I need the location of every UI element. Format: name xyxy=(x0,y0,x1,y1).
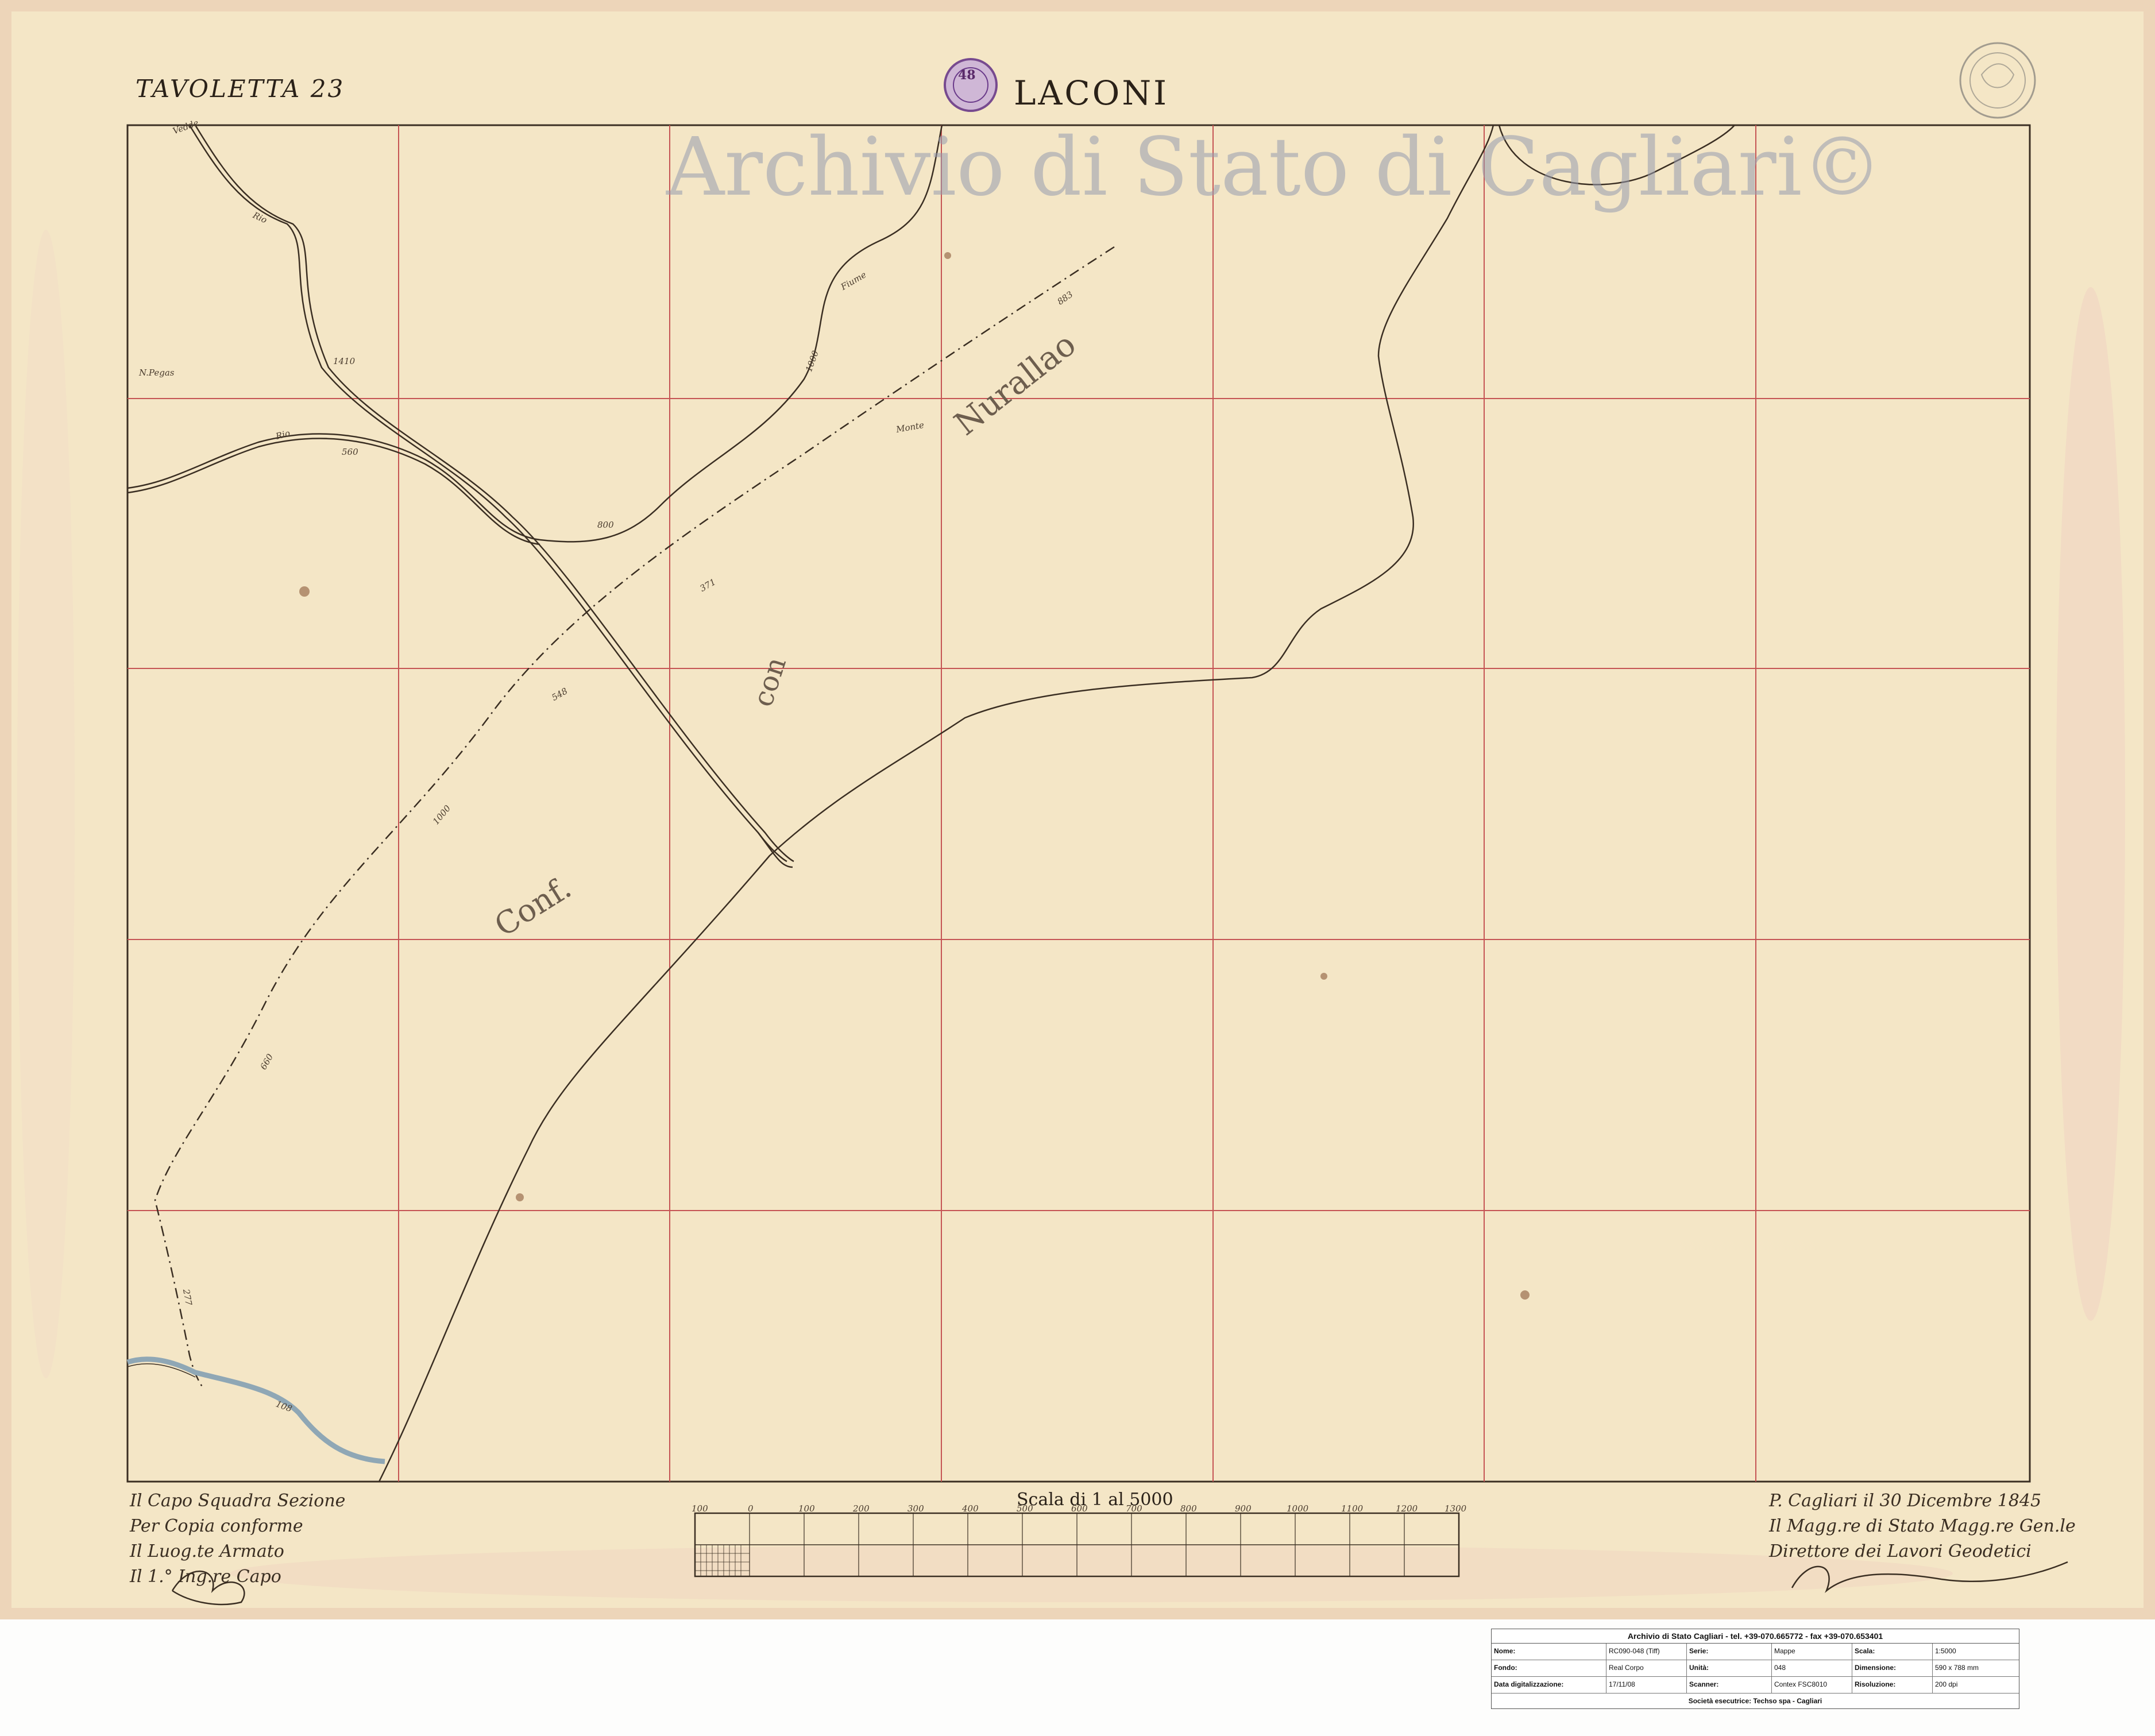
signature-line: P. Cagliari il 30 Dicembre 1845 xyxy=(1769,1491,2042,1511)
info-key: Nome: xyxy=(1492,1644,1606,1660)
info-key: Scala: xyxy=(1852,1644,1933,1660)
info-value: RC090-048 (Tiff) xyxy=(1606,1644,1687,1660)
sheet-label: TAVOLETTA 23 xyxy=(136,75,345,103)
scale-tick-label: 900 xyxy=(1235,1503,1252,1514)
scale-tick-label: 1300 xyxy=(1445,1503,1467,1514)
info-key: Fondo: xyxy=(1492,1660,1606,1676)
info-value: Mappe xyxy=(1772,1644,1852,1660)
info-value: Contex FSC8010 xyxy=(1772,1677,1852,1693)
scale-tick-label: 100 xyxy=(692,1503,708,1514)
scale-tick-label: 1200 xyxy=(1396,1503,1418,1514)
map-drawing xyxy=(0,0,2155,1619)
scale-title: Scala di 1 al 5000 xyxy=(1017,1490,1173,1510)
info-key: Data digitalizzazione: xyxy=(1492,1677,1606,1693)
inventory-stamp xyxy=(944,58,998,112)
info-value: Real Corpo xyxy=(1606,1660,1687,1676)
info-value: 17/11/08 xyxy=(1606,1677,1687,1693)
scale-tick-label: 800 xyxy=(1180,1503,1197,1514)
signature-line: Il 1.° Ing.re Capo xyxy=(130,1567,281,1587)
scale-tick-label: 400 xyxy=(962,1503,979,1514)
signature-line: Per Copia conforme xyxy=(130,1516,303,1536)
watermark: Archivio di Stato di Cagliari© xyxy=(666,121,1883,214)
info-value: 048 xyxy=(1772,1660,1852,1676)
signature-line: Il Capo Squadra Sezione xyxy=(130,1491,346,1511)
scale-tick-label: 1100 xyxy=(1341,1503,1364,1514)
info-key: Unità: xyxy=(1687,1660,1772,1676)
scale-tick-label: 200 xyxy=(853,1503,870,1514)
map-sheet: TAVOLETTA 23 LACONI 48 Archivio di Stato… xyxy=(0,0,2155,1619)
stamp-number: 48 xyxy=(958,68,976,83)
elevation-label: 560 xyxy=(342,447,358,457)
elevation-label: 1410 xyxy=(333,356,356,366)
scale-tick-label: 300 xyxy=(907,1503,924,1514)
info-footer: Società esecutrice: Techso spa - Cagliar… xyxy=(1688,1697,1822,1705)
scale-tick-label: 100 xyxy=(798,1503,815,1514)
map-title: LACONI xyxy=(1014,74,1169,113)
elevation-label: 800 xyxy=(597,520,614,530)
signature-line: Il Luog.te Armato xyxy=(130,1541,284,1561)
scale-tick-label: 0 xyxy=(748,1503,754,1514)
signature-block-left: Il Capo Squadra Sezione Per Copia confor… xyxy=(130,1488,345,1590)
signature-line: Il Magg.re di Stato Magg.re Gen.le xyxy=(1769,1516,2076,1536)
signature-block-right: P. Cagliari il 30 Dicembre 1845 Il Magg.… xyxy=(1769,1488,2076,1564)
info-key: Serie: xyxy=(1687,1644,1772,1660)
place-label: N.Pegas xyxy=(139,368,175,378)
signature-line: Direttore dei Lavori Geodetici xyxy=(1769,1541,2032,1561)
scale-tick-label: 500 xyxy=(1017,1503,1033,1514)
info-key: Dimensione: xyxy=(1852,1660,1933,1676)
scale-tick-label: 1000 xyxy=(1287,1503,1309,1514)
archive-info-table: Archivio di Stato Cagliari - tel. +39-07… xyxy=(1491,1629,2019,1709)
info-row: Nome: RC090-048 (Tiff) Serie: Mappe Scal… xyxy=(1492,1644,2019,1660)
info-header: Archivio di Stato Cagliari - tel. +39-07… xyxy=(1492,1629,2019,1644)
info-value: 1:5000 xyxy=(1935,1647,1956,1655)
info-row: Data digitalizzazione: 17/11/08 Scanner:… xyxy=(1492,1677,2019,1694)
info-value: 200 dpi xyxy=(1935,1680,1958,1688)
scale-tick-label: 700 xyxy=(1126,1503,1142,1514)
info-row: Fondo: Real Corpo Unità: 048 Dimensione:… xyxy=(1492,1660,2019,1677)
info-key: Scanner: xyxy=(1687,1677,1772,1693)
info-value: 590 x 788 mm xyxy=(1935,1664,1979,1672)
scale-tick-label: 600 xyxy=(1071,1503,1088,1514)
info-key: Risoluzione: xyxy=(1852,1677,1933,1693)
